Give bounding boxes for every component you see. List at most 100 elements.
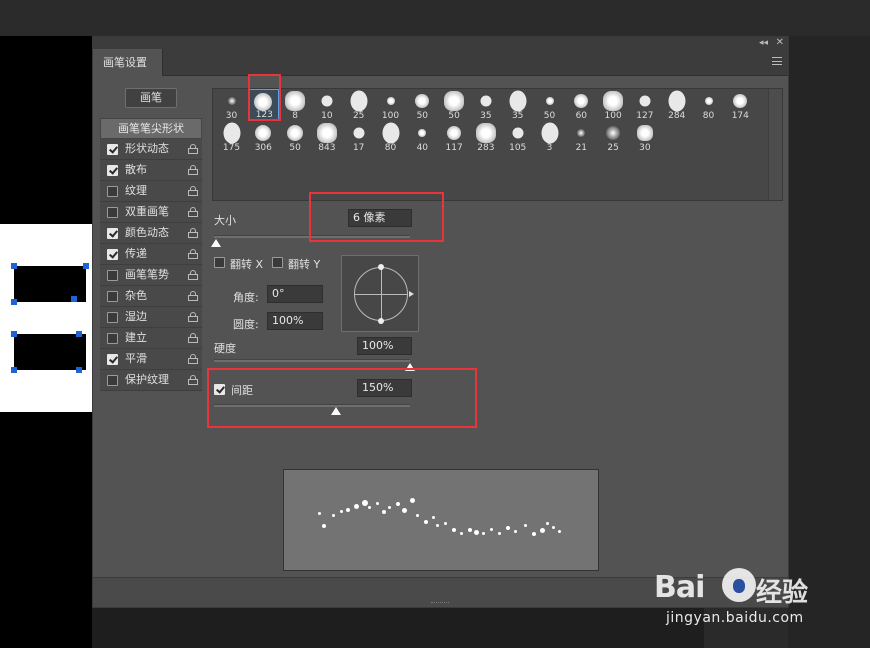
- lock-icon[interactable]: [188, 186, 198, 196]
- panel-resize-grip[interactable]: [431, 602, 449, 605]
- brush-preset[interactable]: 127: [629, 89, 660, 121]
- canvas-shape-2[interactable]: [14, 334, 86, 370]
- lock-icon[interactable]: [188, 333, 198, 343]
- setting-checkbox[interactable]: [107, 186, 118, 197]
- panel-menu-icon[interactable]: [772, 57, 782, 65]
- hardness-slider-thumb[interactable]: [405, 363, 415, 371]
- spacing-input[interactable]: 150%: [357, 379, 412, 397]
- setting-checkbox[interactable]: [107, 270, 118, 281]
- brush-preset[interactable]: 283: [470, 121, 501, 153]
- lock-icon[interactable]: [188, 165, 198, 175]
- brush-grid-scrollbar[interactable]: [768, 89, 782, 200]
- size-input[interactable]: 6 像素: [348, 209, 412, 227]
- selection-handle[interactable]: [11, 367, 17, 373]
- lock-icon[interactable]: [188, 354, 198, 364]
- brush-presets-button[interactable]: 画笔: [125, 88, 177, 108]
- setting-item[interactable]: 形状动态: [100, 139, 202, 160]
- flip-x-checkbox[interactable]: [214, 257, 225, 268]
- tab-brush-settings[interactable]: 画笔设置: [93, 49, 163, 76]
- brush-preset[interactable]: 25: [343, 89, 374, 121]
- brush-preset[interactable]: 100: [598, 89, 629, 121]
- setting-checkbox[interactable]: [107, 144, 118, 155]
- brush-preset[interactable]: 3: [534, 121, 565, 153]
- lock-icon[interactable]: [188, 312, 198, 322]
- brush-preset[interactable]: 25: [598, 121, 629, 153]
- brush-preset[interactable]: 8: [280, 89, 311, 121]
- brush-preset[interactable]: 843: [311, 121, 342, 153]
- setting-item[interactable]: 平滑: [100, 349, 202, 370]
- roundness-handle[interactable]: [378, 264, 384, 270]
- selection-handle[interactable]: [76, 367, 82, 373]
- setting-item[interactable]: 画笔笔势: [100, 265, 202, 286]
- lock-icon[interactable]: [188, 375, 198, 385]
- setting-checkbox[interactable]: [107, 354, 118, 365]
- setting-item[interactable]: 湿边: [100, 307, 202, 328]
- size-slider-thumb[interactable]: [210, 239, 221, 247]
- brush-preset[interactable]: 35: [502, 89, 533, 121]
- selection-handle[interactable]: [11, 263, 17, 269]
- brush-preset[interactable]: 50: [280, 121, 311, 153]
- setting-item[interactable]: 颜色动态: [100, 223, 202, 244]
- collapse-panel-icon[interactable]: ◂◂: [759, 37, 768, 49]
- setting-item[interactable]: 保护纹理: [100, 370, 202, 391]
- brush-preset[interactable]: 35: [470, 89, 501, 121]
- brush-preset[interactable]: 123: [247, 89, 279, 121]
- setting-checkbox[interactable]: [107, 333, 118, 344]
- selection-handle[interactable]: [76, 331, 82, 337]
- brush-preset[interactable]: 174: [725, 89, 756, 121]
- selection-handle[interactable]: [71, 296, 77, 302]
- brush-preset[interactable]: 17: [343, 121, 374, 153]
- lock-icon[interactable]: [188, 144, 198, 154]
- angle-roundness-widget[interactable]: [341, 255, 419, 332]
- setting-checkbox[interactable]: [107, 312, 118, 323]
- setting-item[interactable]: 双重画笔: [100, 202, 202, 223]
- roundness-input[interactable]: 100%: [267, 312, 323, 330]
- hardness-input[interactable]: 100%: [357, 337, 412, 355]
- spacing-slider[interactable]: [214, 404, 410, 407]
- flip-y-checkbox[interactable]: [272, 257, 283, 268]
- selection-handle[interactable]: [11, 331, 17, 337]
- brush-preset[interactable]: 284: [661, 89, 692, 121]
- setting-item[interactable]: 杂色: [100, 286, 202, 307]
- angle-arrow-icon[interactable]: [409, 291, 414, 297]
- setting-checkbox[interactable]: [107, 228, 118, 239]
- brush-preset[interactable]: 30: [629, 121, 660, 153]
- setting-item[interactable]: 传递: [100, 244, 202, 265]
- setting-checkbox[interactable]: [107, 207, 118, 218]
- setting-item[interactable]: 建立: [100, 328, 202, 349]
- brush-tip-shape-item[interactable]: 画笔笔尖形状: [100, 118, 202, 139]
- brush-preset[interactable]: 50: [407, 89, 438, 121]
- angle-input[interactable]: 0°: [267, 285, 323, 303]
- hardness-slider[interactable]: [214, 359, 410, 362]
- brush-preset[interactable]: 117: [439, 121, 470, 153]
- spacing-slider-thumb[interactable]: [330, 407, 341, 415]
- roundness-handle[interactable]: [378, 318, 384, 324]
- lock-icon[interactable]: [188, 249, 198, 259]
- brush-preset[interactable]: 80: [375, 121, 406, 153]
- brush-preset[interactable]: 30: [216, 89, 247, 121]
- size-slider[interactable]: [214, 235, 410, 238]
- setting-checkbox[interactable]: [107, 375, 118, 386]
- brush-preset[interactable]: 306: [248, 121, 279, 153]
- brush-preset[interactable]: 60: [566, 89, 597, 121]
- selection-handle[interactable]: [11, 299, 17, 305]
- setting-item[interactable]: 散布: [100, 160, 202, 181]
- brush-preset[interactable]: 175: [216, 121, 247, 153]
- lock-icon[interactable]: [188, 228, 198, 238]
- brush-preset[interactable]: 50: [439, 89, 470, 121]
- spacing-checkbox[interactable]: [214, 384, 225, 395]
- brush-preset[interactable]: 10: [311, 89, 342, 121]
- brush-preset[interactable]: 50: [534, 89, 565, 121]
- brush-preset[interactable]: 21: [566, 121, 597, 153]
- setting-item[interactable]: 纹理: [100, 181, 202, 202]
- setting-checkbox[interactable]: [107, 249, 118, 260]
- brush-preset[interactable]: 100: [375, 89, 406, 121]
- lock-icon[interactable]: [188, 207, 198, 217]
- brush-preset[interactable]: 40: [407, 121, 438, 153]
- canvas-artboard[interactable]: [0, 224, 95, 412]
- setting-checkbox[interactable]: [107, 291, 118, 302]
- setting-checkbox[interactable]: [107, 165, 118, 176]
- lock-icon[interactable]: [188, 270, 198, 280]
- lock-icon[interactable]: [188, 291, 198, 301]
- selection-handle[interactable]: [83, 263, 89, 269]
